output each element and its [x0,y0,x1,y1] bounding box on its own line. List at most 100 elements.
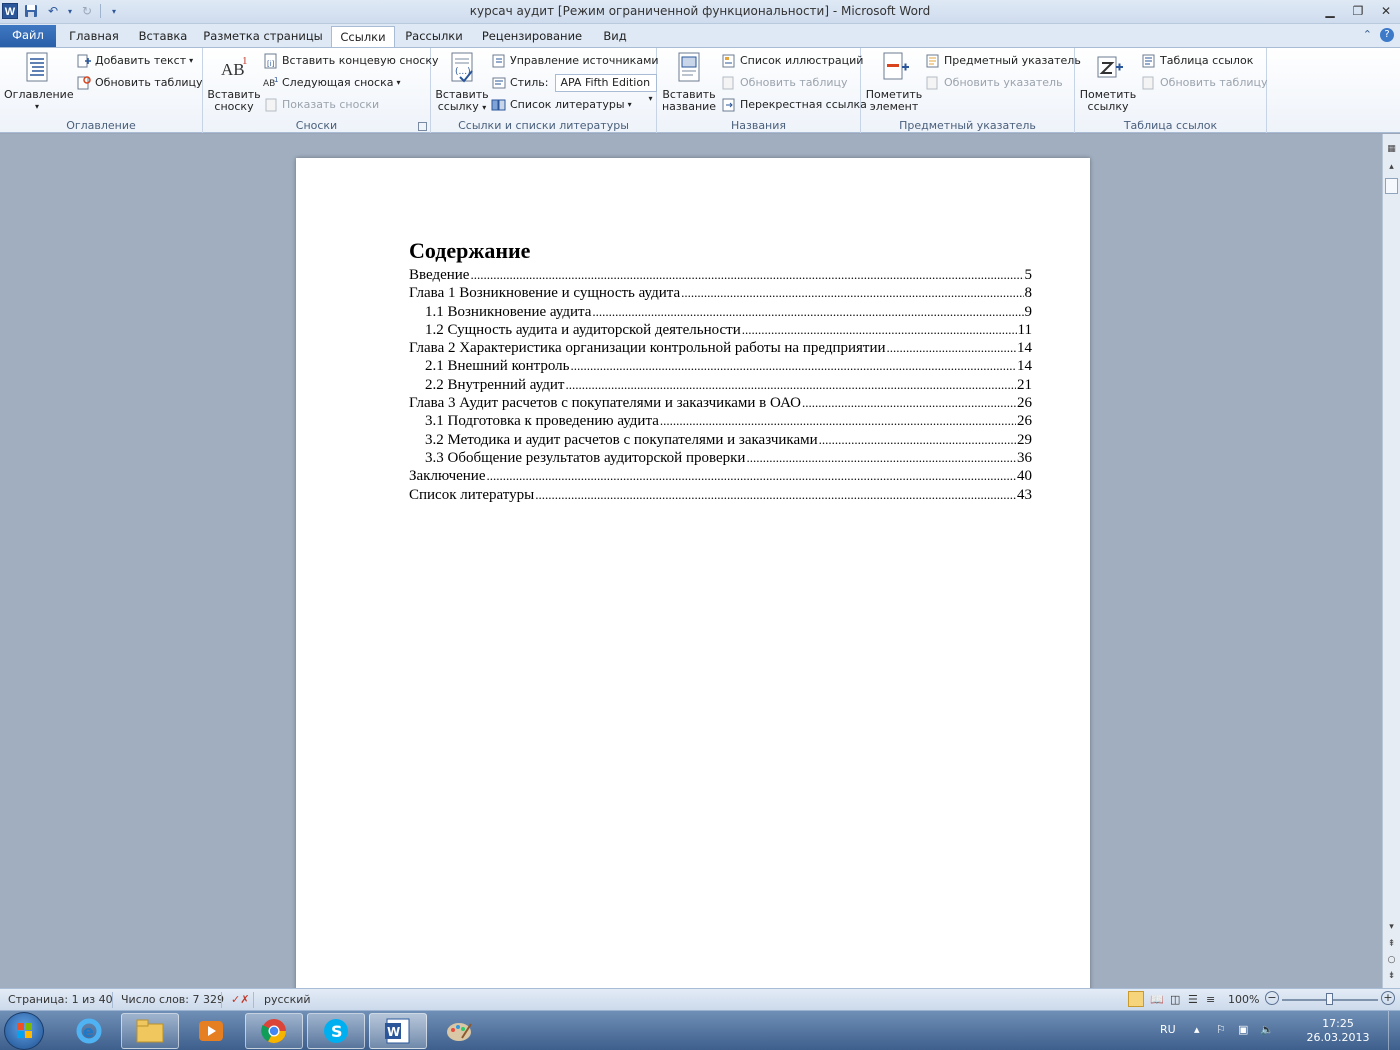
mark-entry-button[interactable]: Пометить элемент [865,51,923,113]
tab-mailings[interactable]: Рассылки [400,26,468,47]
zoom-out-icon[interactable]: − [1265,991,1279,1005]
toc-entry-text: Список литературы [409,486,535,503]
svg-text:W: W [387,1025,400,1039]
tab-home[interactable]: Главная [62,26,126,47]
insert-caption-button[interactable]: Вставить название [661,51,717,113]
cross-reference-button[interactable]: Перекрестная ссылка [721,95,867,115]
insert-citation-button[interactable]: (...) Вставить ссылку ▾ [435,51,489,114]
toc-entry[interactable]: Список литературы 43 [409,486,1032,504]
insert-index-button[interactable]: Предметный указатель [925,51,1081,71]
insert-table-of-authorities-button[interactable]: Таблица ссылок [1141,51,1253,71]
language-indicator[interactable]: русский [264,993,311,1006]
word-count[interactable]: Число слов: 7 329 [121,993,224,1006]
file-explorer-icon[interactable] [121,1013,179,1049]
network-icon[interactable]: ▣ [1238,1023,1248,1036]
zoom-in-icon[interactable]: + [1381,991,1395,1005]
update-figures-table-button[interactable]: Обновить таблицу [721,73,848,93]
tab-references[interactable]: Ссылки [331,26,395,47]
show-notes-button[interactable]: Показать сноски [263,95,379,115]
page-count[interactable]: Страница: 1 из 40 [8,993,113,1006]
toc-entry[interactable]: 2.1 Внешний контроль 14 [409,357,1032,375]
web-layout-icon[interactable]: ◫ [1170,993,1180,1006]
toc-entry-text: 2.1 Внешний контроль [425,358,570,375]
start-button-icon[interactable] [4,1012,44,1050]
document-page[interactable]: Содержание Введение5Глава 1 Возникновени… [296,158,1090,988]
toc-button[interactable]: Оглавление ▾ [4,51,74,113]
print-layout-icon[interactable] [1128,991,1144,1007]
update-toc-label: Обновить таблицу [95,76,203,89]
update-index-button[interactable]: Обновить указатель [925,73,1063,93]
zoom-level[interactable]: 100% [1228,993,1259,1006]
tab-review[interactable]: Рецензирование [477,26,587,47]
show-desktop-button[interactable] [1388,1011,1400,1050]
help-icon[interactable]: ? [1380,28,1394,42]
vertical-scrollbar[interactable]: ▦ ▴ ▾ ⇞ ○ ⇟ [1382,134,1400,988]
zoom-slider-thumb[interactable] [1326,993,1333,1005]
toc-entry[interactable]: 3.2 Методика и аудит расчетов с покупате… [409,431,1032,449]
internet-explorer-icon[interactable]: e [60,1013,118,1049]
toc-entry[interactable]: Заключение 40 [409,467,1032,485]
action-center-flag-icon[interactable]: ⚐ [1216,1023,1226,1036]
toc-entry-text: Заключение [409,468,486,485]
scroll-up-icon[interactable]: ▴ [1384,160,1399,175]
toc-entry-leader [819,431,1016,449]
toc-entry[interactable]: Введение 5 [409,266,1032,284]
toc-entry[interactable]: Глава 1 Возникновение и сущность аудита 8 [409,284,1032,302]
update-authorities-table-button[interactable]: Обновить таблицу [1141,73,1268,93]
toc-entry[interactable]: 3.3 Обобщение результатов аудиторской пр… [409,449,1032,467]
scroll-down-icon[interactable]: ▾ [1384,920,1399,935]
tab-page-layout[interactable]: Разметка страницы [202,26,324,47]
update-index-label: Обновить указатель [944,76,1063,89]
skype-icon[interactable]: S [307,1013,365,1049]
toc-entry[interactable]: 1.1 Возникновение аудита 9 [409,303,1032,321]
media-player-icon[interactable] [182,1013,240,1049]
select-browse-object-icon[interactable]: ○ [1384,953,1399,968]
update-index-icon [926,76,938,90]
full-screen-reading-icon[interactable]: 📖 [1150,993,1164,1006]
chrome-icon[interactable] [245,1013,303,1049]
mark-citation-button[interactable]: Пометить ссылку [1079,51,1137,113]
next-page-icon[interactable]: ⇟ [1384,969,1399,984]
spelling-check-icon[interactable]: ✓✗ [231,993,249,1006]
volume-icon[interactable]: 🔈 [1260,1023,1274,1036]
draft-view-icon[interactable]: ≡ [1206,993,1215,1006]
toc-entry[interactable]: 3.1 Подготовка к проведению аудита 26 [409,412,1032,430]
status-separator [253,992,254,1008]
insert-footnote-button[interactable]: AB 1 Вставить сноску [207,51,261,113]
close-icon[interactable]: ✕ [1372,0,1400,22]
minimize-icon[interactable]: ▁ [1316,0,1344,22]
scrollbar-thumb[interactable] [1385,178,1398,194]
insert-endnote-button[interactable]: [i] Вставить концевую сноску [263,51,439,71]
ruler-toggle-icon[interactable]: ▦ [1384,142,1399,157]
restore-icon[interactable]: ❐ [1344,0,1372,22]
add-text-dropdown-icon: ▾ [189,56,194,65]
tab-insert[interactable]: Вставка [132,26,194,47]
document-area[interactable]: Содержание Введение5Глава 1 Возникновени… [0,134,1382,988]
toc-entry[interactable]: Глава 3 Аудит расчетов с покупателями и … [409,394,1032,412]
add-text-button[interactable]: Добавить текст ▾ [76,51,193,71]
minimize-ribbon-icon[interactable]: ⌃ [1363,28,1372,42]
group-footnotes: AB 1 Вставить сноску [i] Вставить концеву… [203,48,439,133]
next-footnote-button[interactable]: AB 1 Следующая сноска ▾ [263,73,401,93]
table-of-figures-button[interactable]: Список иллюстраций [721,51,863,71]
clock[interactable]: 17:25 26.03.2013 [1300,1017,1376,1045]
tab-file[interactable]: Файл [0,25,56,47]
toc-entry-text: 3.2 Методика и аудит расчетов с покупате… [425,431,818,448]
word-taskbar-icon[interactable]: W [369,1013,427,1049]
manage-sources-button[interactable]: Управление источниками [491,51,659,71]
outline-view-icon[interactable]: ☰ [1188,993,1198,1006]
paint-icon[interactable] [430,1013,488,1049]
update-toc-button[interactable]: Обновить таблицу [76,73,203,93]
toc-entry[interactable]: 1.2 Сущность аудита и аудиторской деятел… [409,321,1032,339]
previous-page-icon[interactable]: ⇞ [1384,937,1399,952]
group-toc-label: Оглавление [66,119,136,132]
tab-view[interactable]: Вид [595,26,635,47]
toc-entry[interactable]: Глава 2 Характеристика организации контр… [409,339,1032,357]
citation-style-select[interactable]: APA Fifth Edition ▾ [555,74,658,103]
toc-entry[interactable]: 2.2 Внутренний аудит 21 [409,376,1032,394]
add-text-icon [77,54,91,68]
bibliography-button[interactable]: Список литературы ▾ [491,95,632,115]
show-hidden-icons-icon[interactable]: ▴ [1194,1023,1200,1036]
input-language-indicator[interactable]: RU [1160,1023,1176,1036]
footnote-icon: AB1 [221,55,248,79]
